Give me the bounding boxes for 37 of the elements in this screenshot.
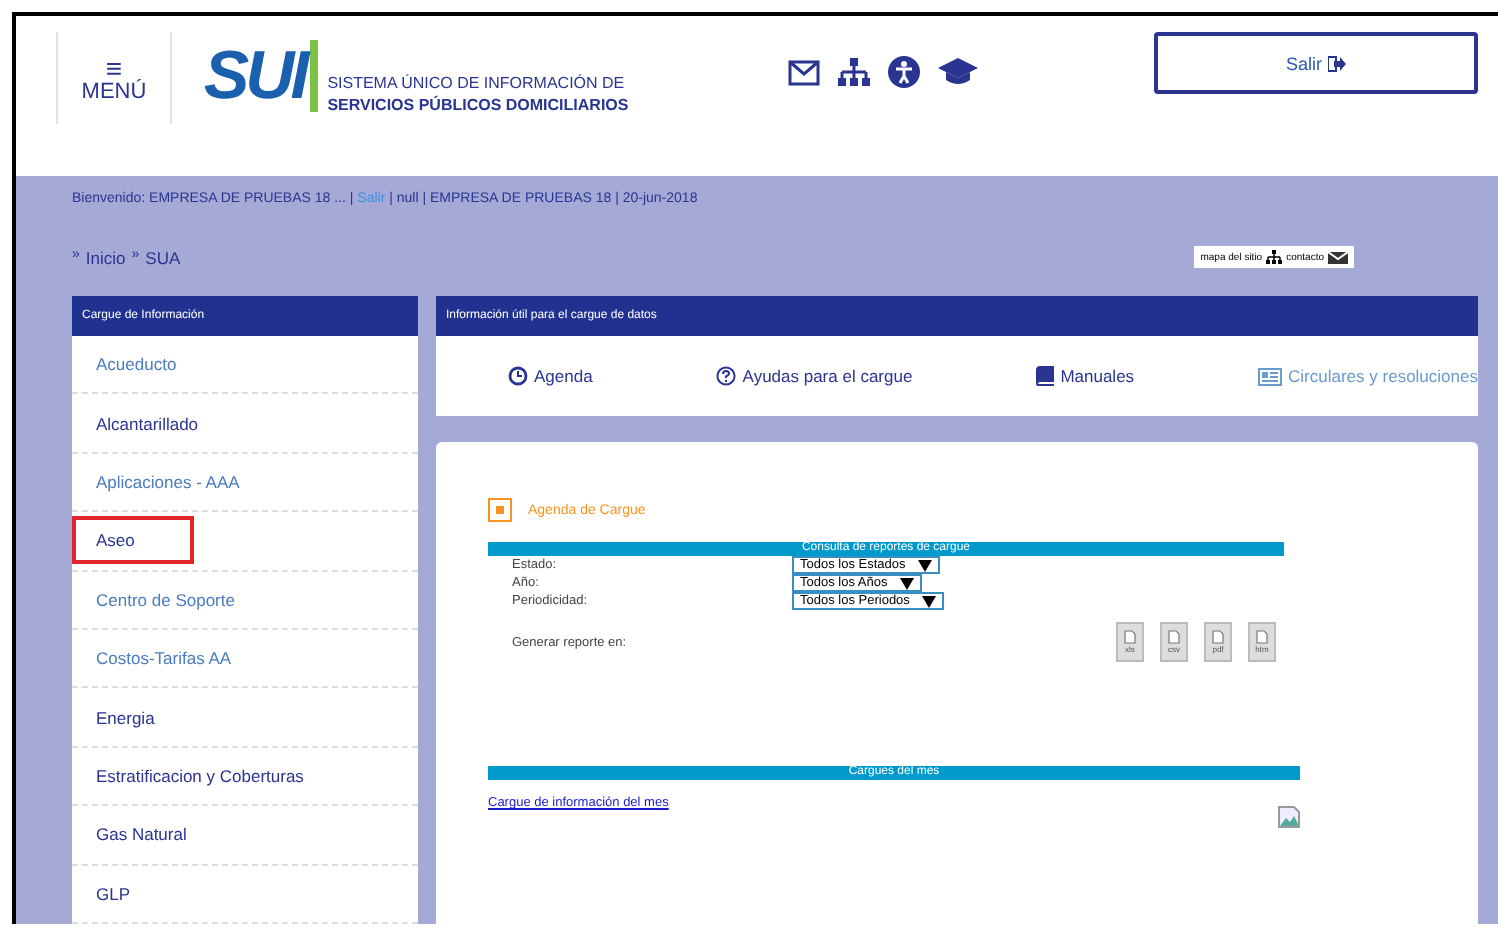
sui-logo: SUI bbox=[204, 40, 318, 112]
breadcrumb-link[interactable]: SUA bbox=[145, 247, 181, 267]
site-subtitle: SERVICIOS PÚBLICOS DOMICILIARIOS bbox=[327, 94, 629, 116]
newspaper-icon bbox=[1258, 367, 1283, 385]
info-link[interactable]: Ayudas para el cargue bbox=[716, 366, 913, 386]
info-link[interactable]: Agenda bbox=[508, 366, 593, 386]
book-icon bbox=[1036, 366, 1055, 386]
sitemap-icon bbox=[1266, 250, 1283, 264]
sidebar-item[interactable]: Estratificacion y Coberturas bbox=[72, 751, 364, 800]
sidebar-item[interactable]: Costos-Tarifas AA bbox=[72, 634, 292, 683]
info-link[interactable]: Manuales bbox=[1036, 366, 1135, 386]
sidebar-item[interactable]: Alcantarillado bbox=[72, 399, 259, 448]
file-icon bbox=[1124, 630, 1136, 644]
sidebar-item[interactable]: GLP bbox=[72, 869, 191, 918]
graduation-cap-icon[interactable] bbox=[938, 58, 979, 86]
sidebar-item[interactable]: Centro de Soporte bbox=[72, 575, 295, 624]
sidebar-item[interactable]: Gas Natural bbox=[72, 810, 247, 859]
breadcrumb-link[interactable]: Inicio bbox=[85, 247, 126, 267]
help-icon bbox=[716, 366, 737, 386]
logout-button[interactable]: Salir bbox=[1154, 32, 1478, 94]
mail-icon[interactable] bbox=[788, 59, 821, 85]
sitemap-icon[interactable] bbox=[838, 58, 871, 86]
logout-icon bbox=[1328, 55, 1346, 71]
sidebar-item[interactable]: Acueducto bbox=[72, 340, 237, 389]
file-icon bbox=[1256, 630, 1268, 644]
sidebar-item[interactable]: Aplicaciones - AAA bbox=[72, 457, 300, 506]
calendar-icon bbox=[488, 498, 512, 522]
file-icon bbox=[1168, 630, 1180, 644]
broken-image-icon bbox=[1278, 806, 1300, 828]
menu-button[interactable]: ≡ MENÚ bbox=[56, 32, 172, 124]
sidebar-item[interactable]: Aseo bbox=[72, 516, 195, 565]
clock-icon bbox=[508, 366, 528, 386]
file-icon bbox=[1212, 630, 1224, 644]
accessibility-icon[interactable] bbox=[888, 56, 921, 88]
site-title: SISTEMA ÚNICO DE INFORMACIÓN DE bbox=[327, 72, 627, 94]
sidebar-item[interactable]: Energia bbox=[72, 693, 215, 742]
mail-icon bbox=[1328, 251, 1348, 263]
